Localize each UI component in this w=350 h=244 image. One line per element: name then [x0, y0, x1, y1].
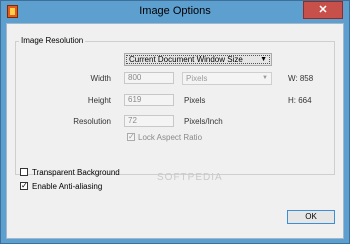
width-readout: W: 858	[288, 74, 314, 83]
size-source-dropdown[interactable]: Current Document Window Size ▼	[124, 53, 272, 66]
transparent-background-label: Transparent Background	[32, 168, 120, 177]
chevron-down-icon: ▼	[260, 56, 267, 63]
transparent-background-checkbox[interactable]	[20, 168, 28, 176]
ok-button[interactable]: OK	[287, 210, 335, 224]
resolution-field[interactable]: 72	[124, 115, 174, 127]
window-title: Image Options	[139, 5, 211, 17]
watermark: SOFTPEDIA	[157, 172, 223, 183]
height-label: Height	[87, 96, 111, 105]
unit-select[interactable]: Pixels ▼	[182, 72, 272, 85]
unit-select-value: Pixels	[186, 74, 208, 83]
resolution-label: Resolution	[73, 117, 111, 126]
image-options-dialog: Image Options ✕ Image Resolution Current…	[0, 0, 350, 244]
chevron-down-icon: ▼	[262, 75, 268, 81]
resolution-unit: Pixels/Inch	[184, 117, 223, 126]
anti-aliasing-label: Enable Anti-aliasing	[32, 182, 103, 191]
width-label: Width	[90, 74, 111, 83]
height-unit: Pixels	[184, 96, 206, 105]
lock-aspect-label: Lock Aspect Ratio	[138, 133, 203, 142]
lock-aspect-checkbox[interactable]: ✓	[127, 133, 135, 141]
anti-aliasing-checkbox[interactable]: ✓	[20, 182, 28, 190]
height-readout: H: 664	[288, 96, 312, 105]
group-label: Image Resolution	[19, 36, 86, 45]
close-button[interactable]: ✕	[303, 1, 343, 19]
width-field[interactable]: 800	[124, 72, 174, 84]
height-field[interactable]: 619	[124, 94, 174, 106]
title-bar[interactable]: Image Options ✕	[1, 1, 349, 23]
dialog-content: Image Resolution Current Document Window…	[6, 23, 344, 239]
